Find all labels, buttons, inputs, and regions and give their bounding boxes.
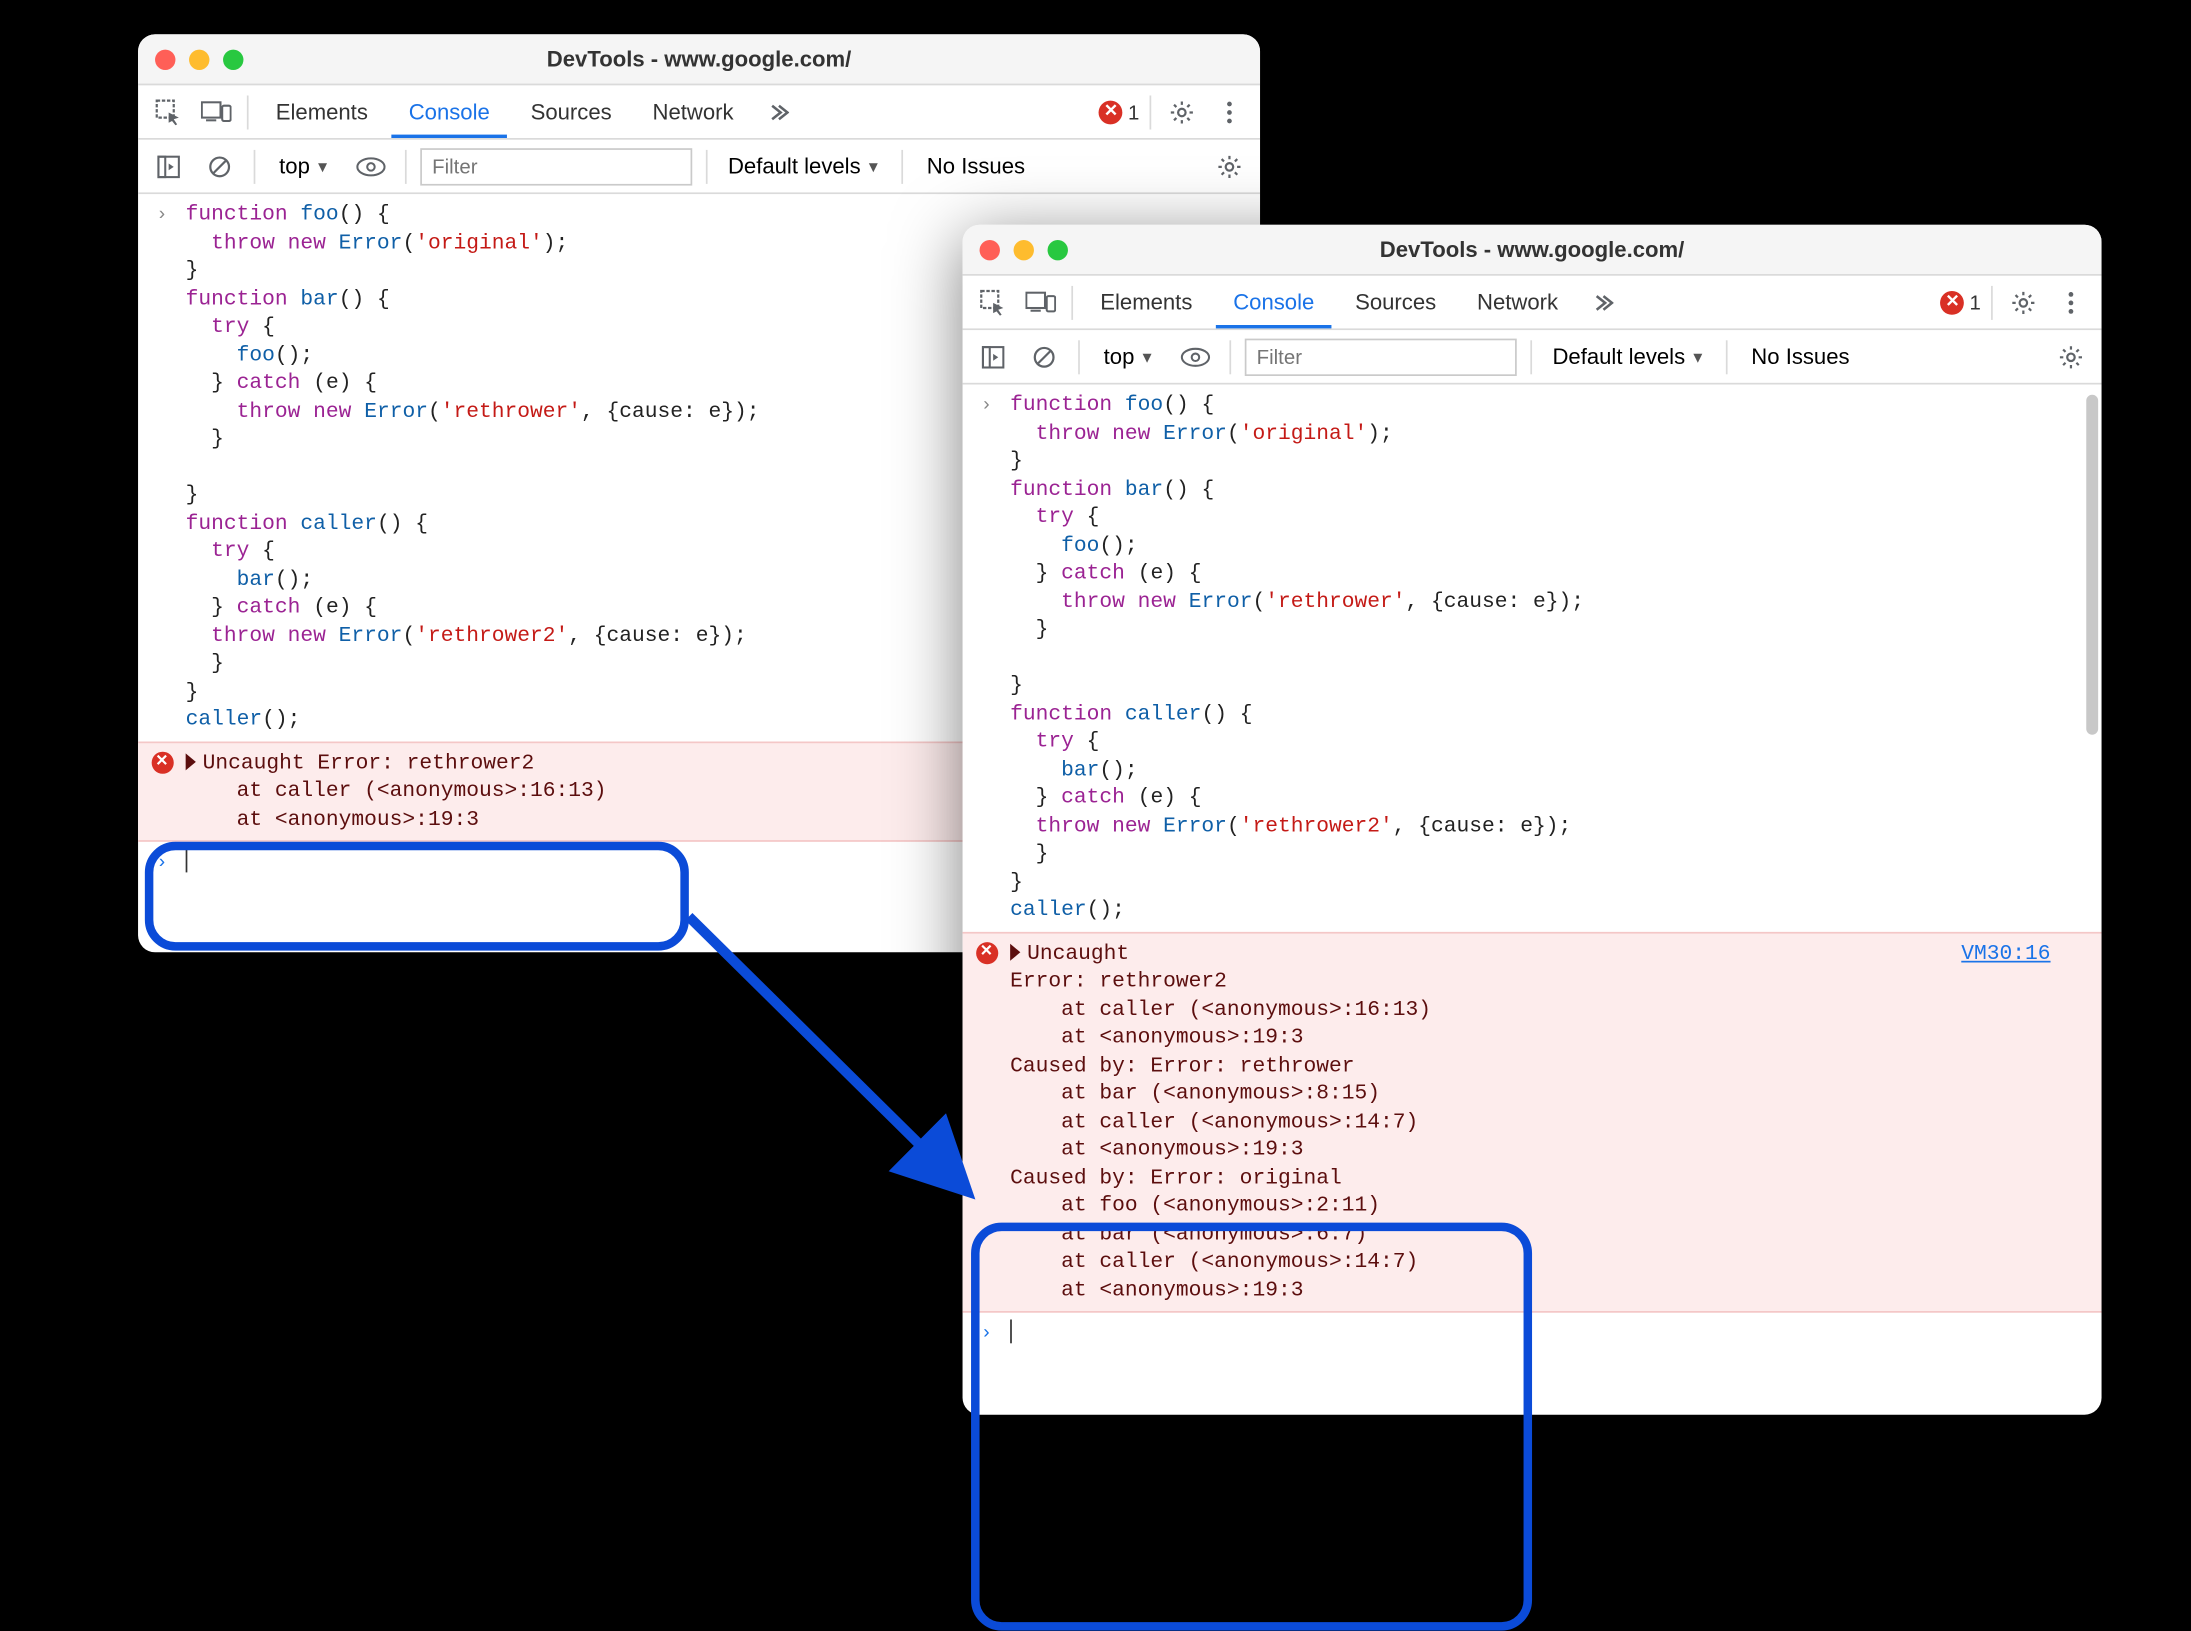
- more-tabs-icon[interactable]: [1581, 282, 1622, 323]
- levels-label: Default levels: [727, 153, 860, 179]
- live-expression-icon[interactable]: [1175, 336, 1216, 377]
- devtools-window-after: DevTools - www.google.com/ Elements Cons…: [962, 225, 2101, 1415]
- titlebar: DevTools - www.google.com/: [138, 34, 1260, 85]
- tab-elements[interactable]: Elements: [258, 89, 384, 135]
- chevron-right-icon: ›: [980, 1321, 991, 1352]
- kebab-icon[interactable]: [2050, 282, 2091, 323]
- close-button[interactable]: [155, 49, 175, 69]
- chevron-right-icon: ›: [156, 203, 167, 734]
- source-link[interactable]: VM30:16: [1961, 940, 2050, 968]
- scrollbar[interactable]: [2086, 395, 2098, 735]
- zoom-button[interactable]: [223, 49, 243, 69]
- device-toolbar-icon[interactable]: [195, 91, 236, 132]
- context-selector[interactable]: top ▼: [1093, 340, 1164, 372]
- tabs-row: Elements Console Sources Network ✕ 1: [962, 276, 2101, 330]
- filter-input[interactable]: [1244, 338, 1516, 375]
- context-selector[interactable]: top ▼: [268, 150, 339, 182]
- error-icon: ✕: [1099, 100, 1123, 124]
- tab-network[interactable]: Network: [635, 89, 750, 135]
- issues-label[interactable]: No Issues: [916, 150, 1035, 182]
- error-text: Uncaught Error: rethrower2 at caller (<a…: [1010, 940, 2101, 1305]
- cursor: [1010, 1320, 1012, 1344]
- console-toolbar: top ▼ Default levels ▼ No Issues: [962, 330, 2101, 384]
- window-title: DevTools - www.google.com/: [138, 46, 1260, 72]
- titlebar: DevTools - www.google.com/: [962, 225, 2101, 276]
- console-settings-icon[interactable]: [2050, 336, 2091, 377]
- sidebar-toggle-icon[interactable]: [148, 146, 189, 187]
- live-expression-icon[interactable]: [350, 146, 391, 187]
- error-count[interactable]: ✕ 1: [1940, 290, 1980, 314]
- inspect-icon[interactable]: [148, 91, 189, 132]
- inspect-icon[interactable]: [972, 282, 1013, 323]
- tab-console[interactable]: Console: [1216, 278, 1331, 327]
- tab-console[interactable]: Console: [391, 88, 506, 137]
- zoom-button[interactable]: [1047, 239, 1067, 259]
- error-row[interactable]: ✕ Uncaught Error: rethrower2 at caller (…: [962, 931, 2101, 1313]
- error-count[interactable]: ✕ 1: [1099, 100, 1139, 124]
- console-body: › function foo() { throw new Error('orig…: [962, 384, 2101, 1414]
- clear-console-icon[interactable]: [1023, 336, 1064, 377]
- log-levels-selector[interactable]: Default levels ▼: [721, 150, 888, 182]
- console-toolbar: top ▼ Default levels ▼ No Issues: [138, 140, 1260, 194]
- chevron-down-icon: ▼: [314, 158, 329, 175]
- device-toolbar-icon[interactable]: [1020, 282, 1061, 323]
- window-title: DevTools - www.google.com/: [962, 237, 2101, 263]
- chevron-right-icon: ›: [980, 393, 991, 924]
- filter-input[interactable]: [420, 147, 692, 184]
- settings-icon[interactable]: [1161, 91, 1202, 132]
- chevron-right-icon: ›: [156, 850, 167, 881]
- tab-elements[interactable]: Elements: [1083, 279, 1209, 325]
- kebab-icon[interactable]: [1209, 91, 1250, 132]
- console-input-row: › function foo() { throw new Error('orig…: [962, 384, 2101, 931]
- cursor: [185, 849, 187, 873]
- console-settings-icon[interactable]: [1209, 146, 1250, 187]
- minimize-button[interactable]: [189, 49, 209, 69]
- error-count-number: 1: [1969, 290, 1980, 314]
- close-button[interactable]: [979, 239, 999, 259]
- prompt-row[interactable]: ›: [962, 1313, 2101, 1360]
- issues-label[interactable]: No Issues: [1741, 340, 1860, 372]
- more-tabs-icon[interactable]: [757, 91, 798, 132]
- chevron-down-icon: ▼: [1139, 348, 1154, 365]
- sidebar-toggle-icon[interactable]: [972, 336, 1013, 377]
- context-label: top: [1103, 344, 1134, 370]
- tabs-row: Elements Console Sources Network ✕ 1: [138, 85, 1260, 139]
- tab-network[interactable]: Network: [1459, 279, 1574, 325]
- error-icon: ✕: [1940, 290, 1964, 314]
- tab-sources[interactable]: Sources: [1338, 279, 1453, 325]
- log-levels-selector[interactable]: Default levels ▼: [1545, 340, 1712, 372]
- error-icon: ✕: [975, 941, 997, 963]
- chevron-down-icon: ▼: [865, 158, 880, 175]
- clear-console-icon[interactable]: [199, 146, 240, 187]
- tab-sources[interactable]: Sources: [513, 89, 628, 135]
- levels-label: Default levels: [1552, 344, 1685, 370]
- context-label: top: [279, 153, 310, 179]
- error-icon: ✕: [150, 751, 172, 773]
- chevron-down-icon: ▼: [1690, 348, 1705, 365]
- minimize-button[interactable]: [1013, 239, 1033, 259]
- code-block: function foo() { throw new Error('origin…: [1010, 391, 2101, 924]
- settings-icon[interactable]: [2002, 282, 2043, 323]
- error-count-number: 1: [1127, 100, 1138, 124]
